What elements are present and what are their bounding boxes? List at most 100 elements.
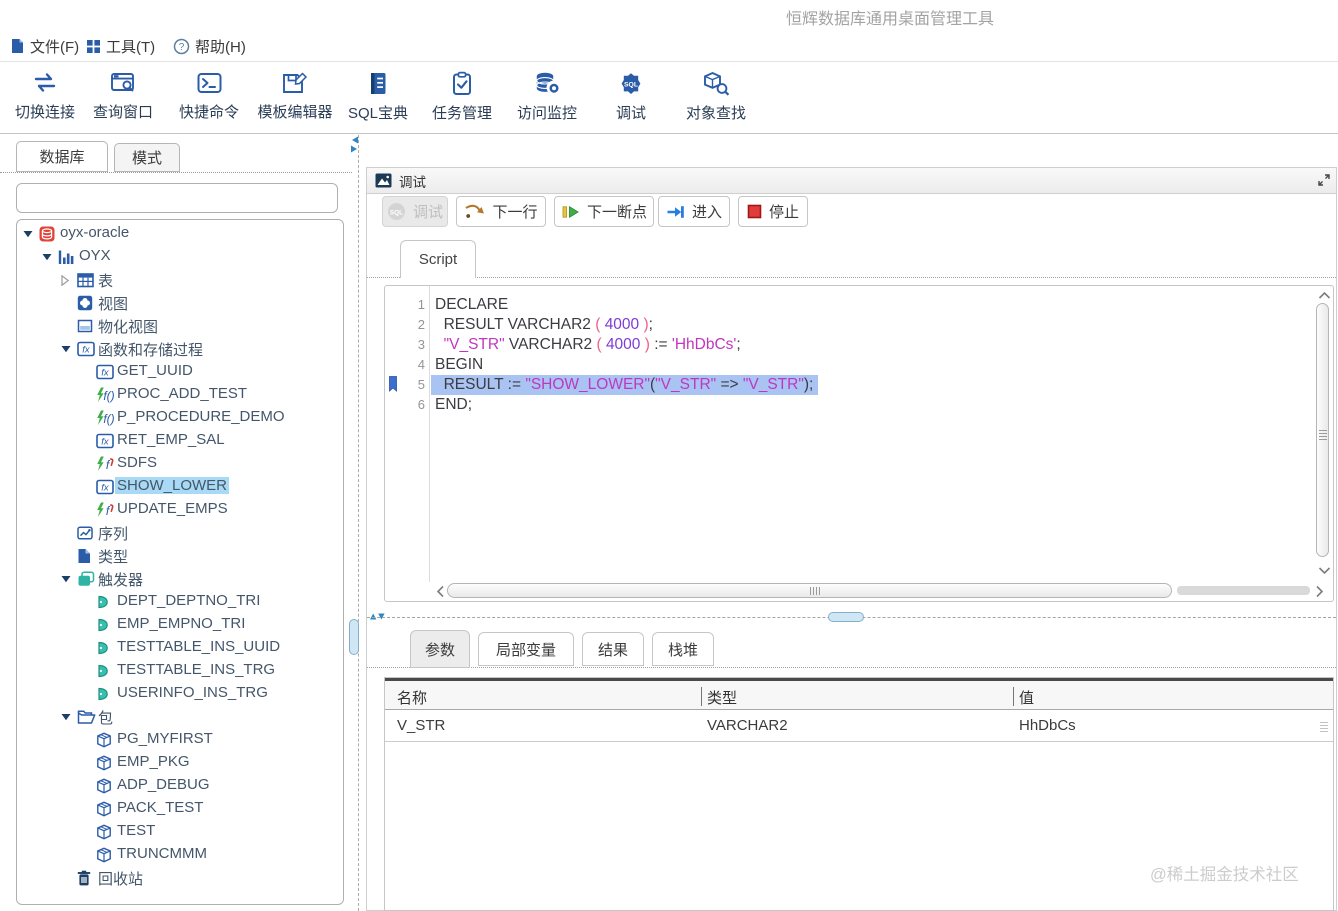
tree-item-show-lower[interactable]: fx SHOW_LOWER bbox=[17, 476, 343, 499]
package-icon bbox=[96, 732, 112, 748]
tree-item-pg-myfirst[interactable]: PG_MYFIRST bbox=[17, 729, 343, 752]
table-header-0: 名称 bbox=[397, 690, 428, 707]
vertical-splitter-handle[interactable] bbox=[349, 619, 359, 655]
tree-item-视图[interactable]: 视图 bbox=[17, 292, 343, 315]
materialized-view-icon bbox=[77, 318, 93, 334]
vscroll-thumb[interactable] bbox=[1316, 303, 1329, 557]
tree-item-包[interactable]: 包 bbox=[17, 706, 343, 729]
tree-expanded-icon[interactable] bbox=[23, 230, 33, 238]
hscroll-left-icon[interactable] bbox=[435, 585, 445, 598]
table-cell: VARCHAR2 bbox=[707, 717, 788, 734]
debug-button-step-into[interactable]: 进入 bbox=[658, 196, 730, 227]
svg-text:SQL: SQL bbox=[390, 209, 403, 216]
tree-item-触发器[interactable]: 触发器 bbox=[17, 568, 343, 591]
tree-search-input[interactable] bbox=[16, 183, 338, 213]
vscroll-down-icon[interactable] bbox=[1318, 566, 1331, 576]
trigger-icon bbox=[96, 617, 110, 633]
code-line-4: BEGIN bbox=[435, 356, 484, 373]
tree-item-pack-test[interactable]: PACK_TEST bbox=[17, 798, 343, 821]
tree-expanded-icon[interactable] bbox=[42, 253, 52, 261]
debug-button-sql-circle[interactable]: SQL 调试 bbox=[382, 196, 448, 227]
tree-item-oyx-oracle[interactable]: oyx-oracle bbox=[17, 223, 343, 246]
tree-item-表[interactable]: 表 bbox=[17, 269, 343, 292]
toolbar-item-sql-book[interactable]: SQL宝典 bbox=[341, 71, 415, 123]
toolbar-item-quick-command[interactable]: 快捷命令 bbox=[173, 71, 245, 122]
tree-item-testtable-ins-uuid[interactable]: TESTTABLE_INS_UUID bbox=[17, 637, 343, 660]
tree-item-truncmmm[interactable]: TRUNCMMM bbox=[17, 844, 343, 867]
bottom-tab-0[interactable]: 参数 bbox=[410, 630, 470, 668]
tree-expanded-icon[interactable] bbox=[61, 713, 71, 721]
toolbar-item-object-search[interactable]: 对象查找 bbox=[679, 71, 753, 123]
tree-item-get-uuid[interactable]: fx GET_UUID bbox=[17, 361, 343, 384]
column-divider[interactable] bbox=[701, 687, 702, 706]
restore-panel-icon[interactable] bbox=[1318, 174, 1330, 186]
tree-item-sdfs[interactable]: f SDFS bbox=[17, 453, 343, 476]
database-object-tree[interactable]: oyx-oracle OYX 表视图 物化视图 fx 函数和存储过程 fx GET_UUID f… bbox=[16, 219, 344, 905]
tree-item-dept-deptno-tri[interactable]: DEPT_DEPTNO_TRI bbox=[17, 591, 343, 614]
function-green-red-icon: f bbox=[96, 456, 115, 472]
bottom-tab-2[interactable]: 结果 bbox=[582, 632, 644, 666]
tree-item-proc-add-test[interactable]: f() PROC_ADD_TEST bbox=[17, 384, 343, 407]
toolbar-item-template-editor[interactable]: 模板编辑器 bbox=[251, 71, 339, 122]
tree-item-adp-debug[interactable]: ADP_DEBUG bbox=[17, 775, 343, 798]
tree-item-物化视图[interactable]: 物化视图 bbox=[17, 315, 343, 338]
code-editor[interactable]: 1 DECLARE 2 RESULT VARCHAR2 ( 4000 ); 3 "V_… bbox=[384, 285, 1334, 602]
tree-item-函数和存储过程[interactable]: fx 函数和存储过程 bbox=[17, 338, 343, 361]
svg-text:fx: fx bbox=[101, 483, 110, 494]
sidebar-tab-database[interactable]: 数据库 bbox=[16, 141, 108, 172]
menu-tools[interactable]: 工具(T) bbox=[86, 35, 155, 57]
toolbar-item-debug-db[interactable]: SQL 调试 bbox=[599, 71, 663, 123]
tree-item-类型[interactable]: 类型 bbox=[17, 545, 343, 568]
view-icon bbox=[77, 295, 93, 311]
menu-help[interactable]: ? 帮助(H) bbox=[173, 35, 246, 57]
tree-expanded-icon[interactable] bbox=[61, 575, 71, 583]
column-divider[interactable] bbox=[1013, 687, 1014, 706]
tree-item-emp-pkg[interactable]: EMP_PKG bbox=[17, 752, 343, 775]
fx-box-icon: fx bbox=[96, 479, 114, 495]
tree-item-update-emps[interactable]: f UPDATE_EMPS bbox=[17, 499, 343, 522]
tree-item-test[interactable]: TEST bbox=[17, 821, 343, 844]
sidebar-tab-schema[interactable]: 模式 bbox=[114, 143, 180, 172]
bottom-tab-3[interactable]: 栈堆 bbox=[652, 632, 714, 666]
toolbar-item-access-monitor[interactable]: 访问监控 bbox=[511, 71, 583, 123]
line-number: 3 bbox=[417, 337, 425, 352]
vscroll-up-icon[interactable] bbox=[1318, 290, 1331, 300]
tools-icon bbox=[86, 39, 101, 54]
tree-item-ret-emp-sal[interactable]: fx RET_EMP_SAL bbox=[17, 430, 343, 453]
bottom-tab-1[interactable]: 局部变量 bbox=[478, 632, 574, 666]
tree-item-userinfo-ins-trg[interactable]: USERINFO_INS_TRG bbox=[17, 683, 343, 706]
fx-box-icon: fx bbox=[96, 433, 114, 449]
toolbar-item-switch-connection[interactable]: 切换连接 bbox=[14, 71, 76, 122]
hscroll-right-icon[interactable] bbox=[1315, 585, 1325, 598]
toolbar-item-task-manager[interactable]: 任务管理 bbox=[426, 71, 498, 123]
tree-expanded-icon[interactable] bbox=[61, 345, 71, 353]
tree-item-label: SDFS bbox=[117, 454, 158, 471]
splitter-collapse-arrows-icon[interactable] bbox=[350, 136, 359, 153]
bottom-splitter-handle[interactable] bbox=[828, 612, 864, 622]
watermark: @稀土掘金技术社区 bbox=[1150, 866, 1299, 884]
debug-button-next-breakpoint[interactable]: 下一断点 bbox=[554, 196, 654, 227]
tree-item-label: 函数和存储过程 bbox=[98, 342, 204, 359]
tree-collapsed-icon[interactable] bbox=[61, 275, 69, 286]
tree-item-回收站[interactable]: 回收站 bbox=[17, 867, 343, 890]
tree-item-emp-empno-tri[interactable]: EMP_EMPNO_TRI bbox=[17, 614, 343, 637]
tree-item-oyx[interactable]: OYX bbox=[17, 246, 343, 269]
toolbar-item-query-window[interactable]: 查询窗口 bbox=[88, 71, 158, 122]
debug-panel-title: 调试 bbox=[399, 174, 426, 190]
debug-button-step-line[interactable]: 下一行 bbox=[456, 196, 546, 227]
line-number: 1 bbox=[417, 297, 425, 312]
menu-file[interactable]: 文件(F) bbox=[10, 35, 79, 57]
tab-script[interactable]: Script bbox=[400, 240, 476, 278]
tab-script-label: Script bbox=[418, 251, 458, 268]
debug-button-stop[interactable]: 停止 bbox=[738, 196, 808, 227]
hscroll-track[interactable] bbox=[1177, 586, 1310, 595]
tree-item-testtable-ins-trg[interactable]: TESTTABLE_INS_TRG bbox=[17, 660, 343, 683]
tree-item-序列[interactable]: 序列 bbox=[17, 522, 343, 545]
trigger-icon bbox=[96, 686, 110, 702]
table-row[interactable]: V_STR VARCHAR2 HhDbCs bbox=[385, 711, 1333, 742]
vertical-splitter[interactable] bbox=[358, 135, 359, 911]
hscroll-thumb[interactable] bbox=[447, 583, 1172, 598]
tree-item-label: PROC_ADD_TEST bbox=[117, 385, 248, 402]
tree-item-p-procedure-demo[interactable]: f() P_PROCEDURE_DEMO bbox=[17, 407, 343, 430]
tree-item-label: DEPT_DEPTNO_TRI bbox=[117, 592, 261, 609]
